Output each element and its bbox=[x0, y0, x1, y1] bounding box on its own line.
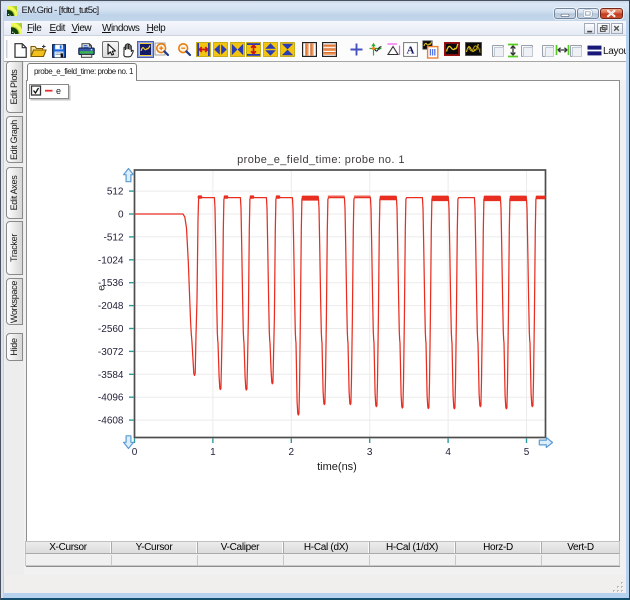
svg-text:-2048: -2048 bbox=[98, 301, 124, 312]
svg-text:512: 512 bbox=[107, 187, 124, 198]
svg-text:-2560: -2560 bbox=[98, 324, 124, 335]
svg-text:probe_e_field_time: probe no.: probe_e_field_time: probe no. 1 bbox=[237, 154, 405, 166]
svg-text:1: 1 bbox=[210, 447, 216, 458]
svg-text:3: 3 bbox=[367, 447, 373, 458]
svg-text:time(ns): time(ns) bbox=[317, 461, 357, 473]
svg-text:-1024: -1024 bbox=[98, 255, 124, 266]
svg-text:2: 2 bbox=[289, 447, 295, 458]
svg-text:0: 0 bbox=[118, 210, 124, 221]
svg-text:-4608: -4608 bbox=[98, 416, 124, 427]
svg-text:-4096: -4096 bbox=[98, 393, 124, 404]
svg-text:-512: -512 bbox=[103, 232, 123, 243]
svg-text:e: e bbox=[97, 285, 108, 291]
svg-text:5: 5 bbox=[524, 447, 530, 458]
svg-text:-3584: -3584 bbox=[98, 370, 124, 381]
svg-text:4: 4 bbox=[445, 447, 451, 458]
svg-text:0: 0 bbox=[132, 447, 138, 458]
svg-text:-3072: -3072 bbox=[98, 347, 124, 358]
